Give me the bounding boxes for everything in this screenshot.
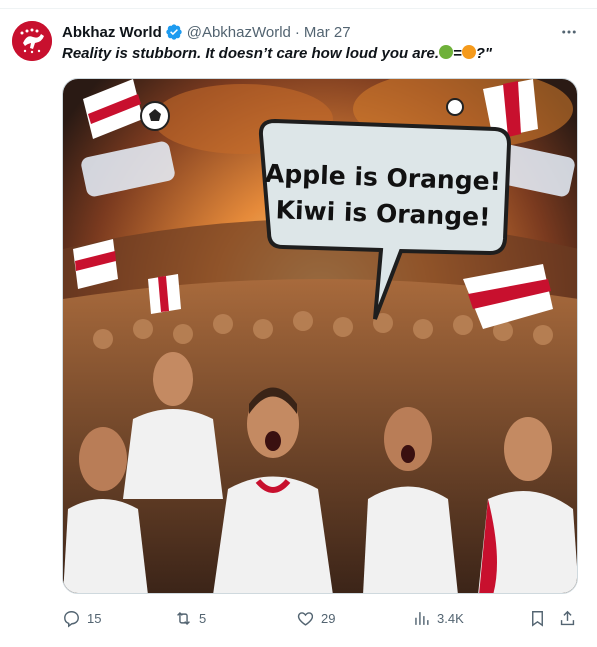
tweet-image[interactable]: Apple is Orange! Kiwi is Orange!	[62, 78, 578, 594]
bookmark-button[interactable]	[528, 604, 547, 632]
green-apple-icon	[439, 45, 453, 59]
heart-icon	[297, 611, 314, 626]
share-icon	[560, 610, 575, 625]
like-button[interactable]: 29	[296, 604, 335, 632]
avatar[interactable]	[12, 21, 52, 61]
tweet-text-main: Reality is stubborn. It doesn’t care how…	[62, 45, 439, 62]
like-count: 29	[321, 610, 336, 626]
separator-dot: ·	[294, 23, 300, 41]
views-chart-icon	[415, 611, 429, 625]
tweet-text-end: ?"	[475, 45, 493, 62]
divider	[0, 8, 597, 9]
reply-count: 15	[87, 610, 102, 626]
reply-icon	[64, 610, 79, 628]
repost-icon	[177, 611, 190, 625]
flag-emblem-icon	[12, 21, 52, 61]
reply-button[interactable]: 15	[62, 604, 101, 632]
tweet-card[interactable]: Abkhaz World @AbkhazWorld · Mar 27 Reali…	[0, 0, 597, 647]
bookmark-icon	[532, 610, 543, 627]
stadium-crowd-illustration: Apple is Orange! Kiwi is Orange!	[63, 79, 577, 593]
orange-icon	[461, 45, 476, 59]
more-options-icon[interactable]	[557, 22, 581, 42]
tweet-header: Abkhaz World @AbkhazWorld · Mar 27	[62, 22, 351, 42]
tweet-text-equals: =	[453, 45, 462, 62]
author-name[interactable]: Abkhaz World	[62, 24, 162, 41]
views-button[interactable]: 3.4K	[412, 604, 464, 632]
repost-button[interactable]: 5	[174, 604, 206, 632]
post-date[interactable]: Mar 27	[304, 24, 351, 41]
action-bar: 15 5 29 3.4K	[62, 604, 582, 632]
share-button[interactable]	[558, 604, 577, 632]
author-handle[interactable]: @AbkhazWorld	[187, 24, 291, 41]
verified-badge-icon	[166, 24, 182, 40]
views-count: 3.4K	[437, 610, 464, 626]
tweet-text: Reality is stubborn. It doesn’t care how…	[62, 45, 492, 62]
repost-count: 5	[199, 610, 207, 626]
